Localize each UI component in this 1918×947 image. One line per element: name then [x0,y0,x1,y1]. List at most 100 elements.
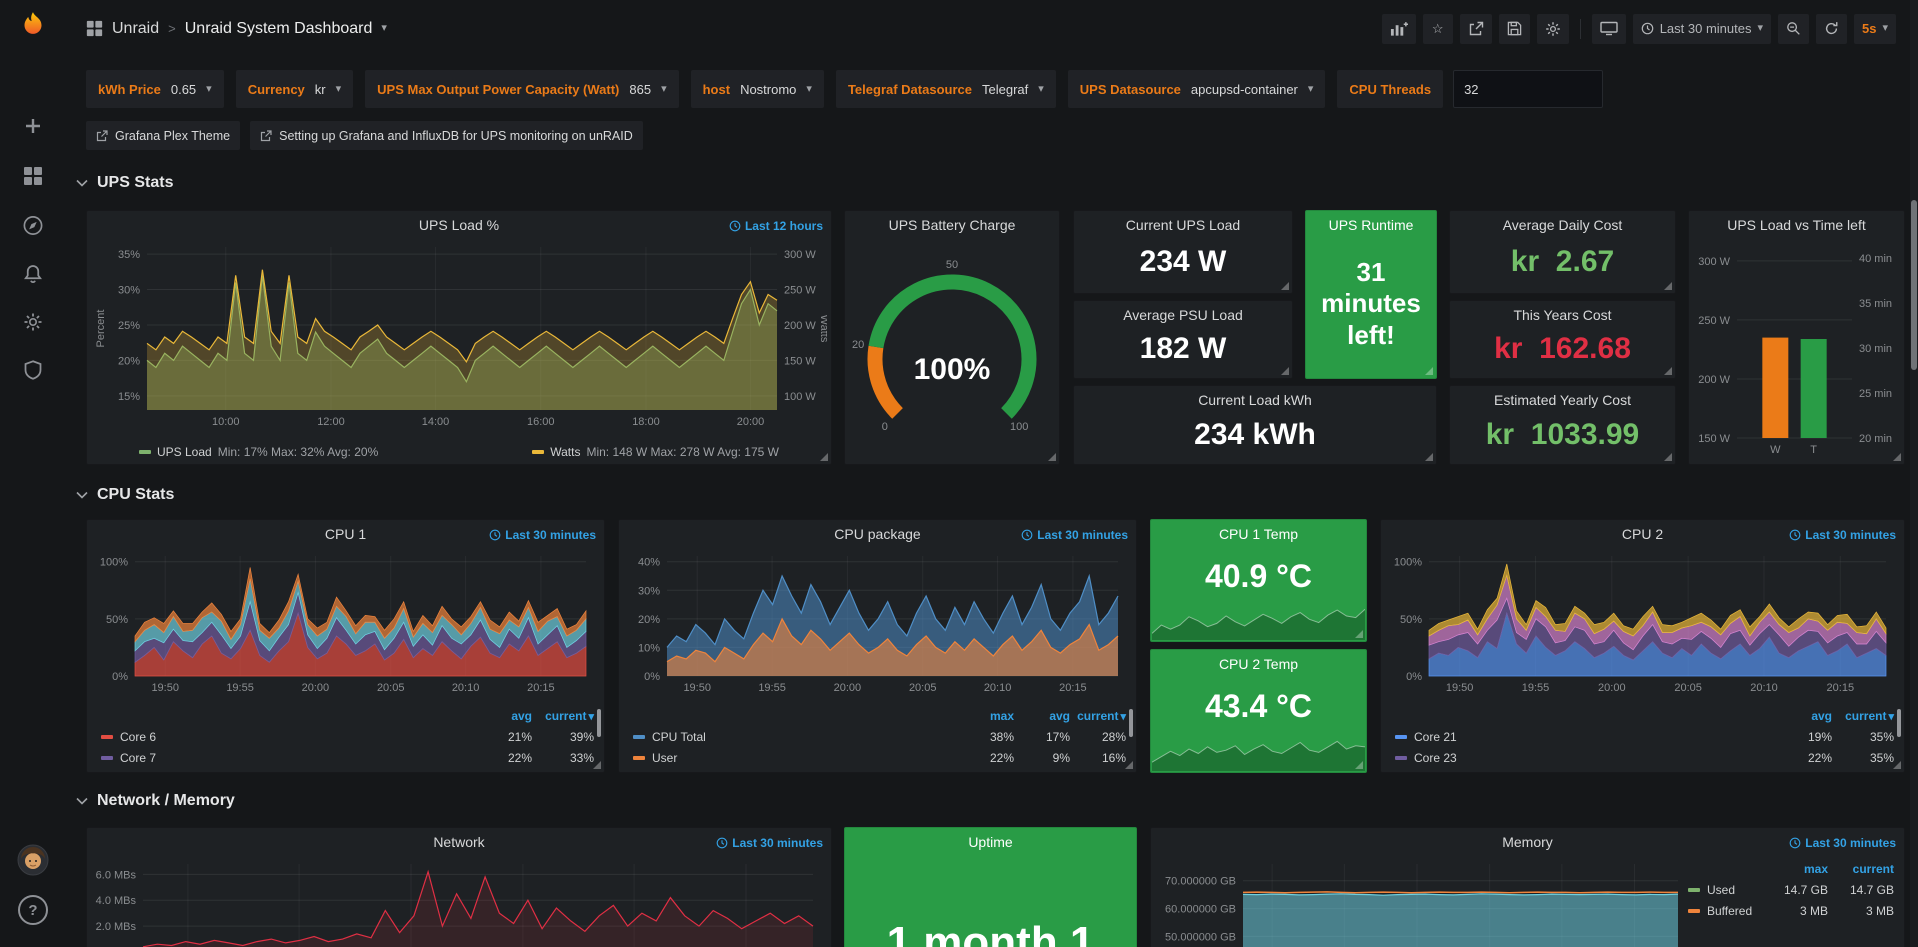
network-chart[interactable]: 2.0 MBs4.0 MBs6.0 MBs19:5019:5520:0020:0… [91,856,827,947]
panel-time-override[interactable]: Last 30 minutes [489,528,596,542]
legend-series[interactable]: CPU Total [633,730,958,744]
panel-time-override[interactable]: Last 30 minutes [1789,528,1896,542]
ups-load-time-bars-chart[interactable]: 150 W200 W250 W300 W20 min25 min30 min35… [1693,239,1900,458]
svg-text:Watts: Watts [818,315,827,343]
row-header-cpu-stats[interactable]: CPU Stats [76,486,174,504]
panel-title[interactable]: This Years Cost [1450,301,1675,328]
svg-text:19:55: 19:55 [226,682,254,694]
legend-series[interactable]: Core 23 [1395,751,1770,765]
explore-compass-icon[interactable] [23,215,44,236]
panel-time-override[interactable]: Last 30 minutes [1021,528,1128,542]
svg-text:40 min: 40 min [1859,253,1892,265]
panel-time-override[interactable]: Last 12 hours [729,219,823,233]
help-icon[interactable]: ? [18,895,48,925]
legend-col-avg[interactable]: avg [470,709,532,723]
legend-series[interactable]: Used [1688,883,1762,897]
variable-currency[interactable]: Currency kr ▾ [236,70,353,108]
cpu1-chart[interactable]: 0%50%100%19:5019:5520:0020:0520:1020:15 [91,548,600,696]
panel-time-override[interactable]: Last 30 minutes [716,836,823,850]
create-plus-icon[interactable] [23,116,43,136]
legend-col-current[interactable]: current▾ [532,709,594,723]
panel-title[interactable]: Current Load kWh [1074,386,1436,413]
panel-title[interactable]: Estimated Yearly Cost [1450,386,1675,413]
memory-chart[interactable]: 50.000000 GB60.000000 GB70.000000 GB19:5… [1155,856,1688,947]
row-header-ups-stats[interactable]: UPS Stats [76,174,173,192]
svg-text:200 W: 200 W [1698,374,1730,386]
add-panel-button[interactable] [1382,14,1416,44]
panel-ups-runtime: UPS Runtime 31 minutes left! [1305,210,1437,379]
legend-col-current[interactable]: current▾ [1832,709,1894,723]
variable-ups-max-output[interactable]: UPS Max Output Power Capacity (Watt) 865… [365,70,678,108]
variable-ups-datasource[interactable]: UPS Datasource apcupsd-container ▾ [1068,70,1326,108]
breadcrumb-app[interactable]: Unraid [112,20,159,38]
svg-text:20 min: 20 min [1859,433,1892,445]
panel-title[interactable]: Average PSU Load [1074,301,1292,328]
ups-load-chart[interactable]: 15%20%25%30%35%100 W150 W200 W250 W300 W… [91,239,827,430]
legend-col-avg[interactable]: avg [1770,709,1832,723]
legend-series[interactable]: Buffered [1688,904,1762,918]
variable-host[interactable]: host Nostromo ▾ [691,70,824,108]
panel-time-override[interactable]: Last 30 minutes [1789,836,1896,850]
variable-telegraf-datasource[interactable]: Telegraf Datasource Telegraf ▾ [836,70,1056,108]
apps-grid-icon[interactable] [86,20,103,37]
panel-title[interactable]: UPS Load % [87,211,831,238]
legend-col-current[interactable]: current▾ [1070,709,1126,723]
svg-text:20%: 20% [118,355,140,367]
legend-col-avg[interactable]: avg [1014,709,1070,723]
cycle-view-monitor-button[interactable] [1592,14,1626,44]
svg-text:20:00: 20:00 [834,682,862,694]
legend-item-ups-load[interactable]: UPS Load Min: 17% Max: 32% Avg: 20% [139,445,378,459]
zoom-out-button[interactable] [1778,14,1809,44]
legend-col-current[interactable]: current [1828,862,1894,876]
panel-title[interactable]: UPS Load vs Time left [1689,211,1904,238]
share-dashboard-button[interactable] [1460,14,1492,44]
link-ups-monitoring-guide[interactable]: Setting up Grafana and InfluxDB for UPS … [250,121,643,150]
panel-title[interactable]: UPS Runtime [1306,211,1436,238]
alerting-bell-icon[interactable] [23,264,43,284]
legend-scrollbar[interactable] [1897,709,1901,737]
panel-cpu1-temp: CPU 1 Temp 40.9 °C [1150,519,1367,642]
legend-item-watts[interactable]: Watts Min: 148 W Max: 278 W Avg: 175 W [532,445,779,459]
row-header-network-memory[interactable]: Network / Memory [76,792,235,810]
legend-col-max[interactable]: max [1762,862,1828,876]
panel-uptime: Uptime 1 month 1 [844,827,1137,947]
cpu-package-chart[interactable]: 0%10%20%30%40%19:5019:5520:0020:0520:102… [623,548,1132,696]
star-dashboard-button[interactable]: ☆ [1423,14,1453,44]
legend-series[interactable]: User [633,751,958,765]
legend-row: Core 6 21% 39% [101,726,594,747]
svg-text:20:10: 20:10 [452,682,480,694]
settings-gear-button[interactable] [1537,14,1569,44]
external-link-icon [96,130,108,142]
cpu1-legend: avg current▾ Core 6 21% 39% Core 7 22% 3… [101,705,594,768]
panel-title[interactable]: Current UPS Load [1074,211,1292,238]
link-grafana-plex-theme[interactable]: Grafana Plex Theme [86,121,240,150]
legend-series[interactable]: Core 21 [1395,730,1770,744]
legend-col-max[interactable]: max [958,709,1014,723]
time-range-picker[interactable]: Last 30 minutes ▾ [1633,14,1771,44]
refresh-interval-picker[interactable]: 5s ▾ [1854,14,1896,44]
configuration-gear-icon[interactable] [23,312,43,332]
svg-text:40%: 40% [638,557,660,569]
panel-title[interactable]: Average Daily Cost [1450,211,1675,238]
caret-down-icon: ▾ [1308,84,1314,95]
legend-series[interactable]: Core 6 [101,730,470,744]
grafana-logo-icon[interactable] [16,10,50,44]
svg-text:20:00: 20:00 [302,682,330,694]
admin-shield-icon[interactable] [23,360,43,380]
cpu2-chart[interactable]: 0%50%100%19:5019:5520:0020:0520:1020:15 [1385,548,1900,696]
refresh-button[interactable] [1816,14,1847,44]
dashboards-icon[interactable] [23,166,43,186]
legend-scrollbar[interactable] [597,709,601,737]
panel-title[interactable]: Uptime [845,828,1136,855]
panel-title[interactable]: CPU 2 Temp [1151,650,1366,677]
breadcrumb-dashboard-title[interactable]: Unraid System Dashboard [185,20,373,38]
legend-series[interactable]: Core 7 [101,751,470,765]
cpu-threads-input[interactable]: 32 [1453,70,1603,108]
legend-scrollbar[interactable] [1129,709,1133,737]
page-scrollbar-thumb[interactable] [1911,200,1917,370]
user-avatar[interactable] [17,844,49,876]
panel-title[interactable]: UPS Battery Charge [845,211,1059,238]
panel-title[interactable]: CPU 1 Temp [1151,520,1366,547]
variable-kwh-price[interactable]: kWh Price 0.65 ▾ [86,70,224,108]
save-dashboard-button[interactable] [1499,14,1530,44]
